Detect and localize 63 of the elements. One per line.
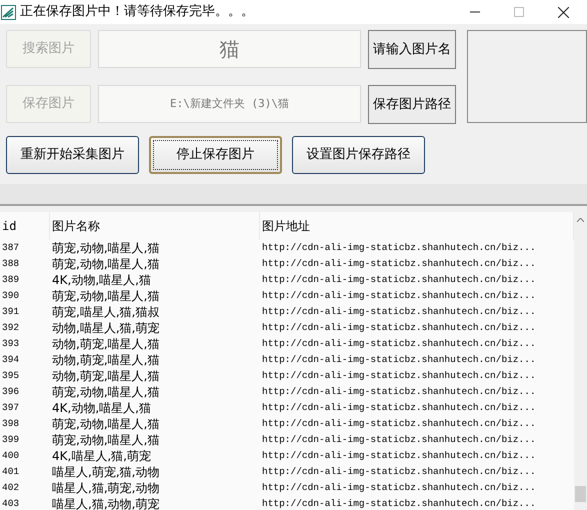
column-header[interactable]: id bbox=[0, 212, 50, 240]
table-cell-text: 萌宠,动物,喵星人,猫 bbox=[51, 384, 160, 401]
table-cell-text: http://cdn-ali-img-staticbz.shanhutech.cn/biz... bbox=[261, 256, 537, 271]
table-cell-text: 398 bbox=[1, 416, 20, 431]
table-cell-text: 393 bbox=[1, 336, 20, 351]
set-save-path-button[interactable]: 设置图片保存路径 bbox=[292, 136, 425, 174]
table-cell-text: 387 bbox=[1, 240, 20, 255]
table-cell-text: 392 bbox=[1, 320, 20, 335]
table-cell-text: http://cdn-ali-img-staticbz.shanhutech.cn/biz... bbox=[261, 240, 537, 255]
table-cell-text: 动物,萌宠,喵星人,猫 bbox=[51, 352, 160, 369]
table-cell-text: 萌宠,动物,喵星人,猫 bbox=[51, 432, 160, 449]
scroll-up-icon[interactable] bbox=[577, 218, 584, 222]
table-cell-text: http://cdn-ali-img-staticbz.shanhutech.cn/biz... bbox=[261, 336, 537, 351]
table-cell-text: 萌宠,动物,喵星人,猫 bbox=[51, 256, 160, 273]
table-cell-text: 389 bbox=[1, 272, 20, 287]
table-cell-text: 390 bbox=[1, 288, 20, 303]
table-cell-text: http://cdn-ali-img-staticbz.shanhutech.cn/biz... bbox=[261, 464, 537, 479]
table-cell-text: 萌宠,喵星人,猫,猫叔 bbox=[51, 304, 160, 321]
table-cell-text: http://cdn-ali-img-staticbz.shanhutech.cn/biz... bbox=[261, 432, 537, 447]
table-cell-text: 4K,动物,喵星人,猫 bbox=[51, 400, 152, 417]
table-cell-text: http://cdn-ali-img-staticbz.shanhutech.cn/biz... bbox=[261, 384, 537, 399]
table-cell-text: 4K,动物,喵星人,猫 bbox=[51, 272, 152, 289]
name-prompt-button[interactable]: 请输入图片名 bbox=[368, 30, 456, 69]
table-cell-text: http://cdn-ali-img-staticbz.shanhutech.cn/biz... bbox=[261, 352, 537, 367]
table-cell-text: http://cdn-ali-img-staticbz.shanhutech.cn/biz... bbox=[261, 272, 537, 287]
restart-collect-button[interactable]: 重新开始采集图片 bbox=[6, 136, 139, 174]
table-cell-text: 喵星人,萌宠,猫,动物 bbox=[51, 464, 160, 481]
table-cell-text: 动物,萌宠,喵星人,猫 bbox=[51, 368, 160, 385]
table-cell-text: 403 bbox=[1, 496, 20, 510]
table-cell-text: 395 bbox=[1, 368, 20, 383]
table-cell-text: 萌宠,动物,喵星人,猫 bbox=[51, 240, 160, 257]
table-cell-text: 396 bbox=[1, 384, 20, 399]
table-cell-text: 喵星人,猫,萌宠,动物 bbox=[51, 480, 160, 497]
stop-save-button[interactable]: 停止保存图片 bbox=[149, 136, 282, 174]
table-cell-text: http://cdn-ali-img-staticbz.shanhutech.cn/biz... bbox=[261, 368, 537, 383]
table-cell-text: 4K,喵星人,猫,萌宠 bbox=[51, 448, 152, 465]
table-cell-text: 394 bbox=[1, 352, 20, 367]
save-path-button[interactable]: 保存图片路径 bbox=[368, 85, 456, 124]
table-cell-text: 388 bbox=[1, 256, 20, 271]
scrollbar[interactable] bbox=[574, 212, 587, 510]
table-cell-text: 397 bbox=[1, 400, 20, 415]
table-cell-text: 动物,萌宠,喵星人,猫 bbox=[51, 336, 160, 353]
column-header[interactable]: 图片名称 bbox=[50, 212, 260, 240]
table-cell-text: http://cdn-ali-img-staticbz.shanhutech.cn/biz... bbox=[261, 304, 537, 319]
table-cell-text: http://cdn-ali-img-staticbz.shanhutech.cn/biz... bbox=[261, 480, 537, 495]
table-cell-text: 399 bbox=[1, 432, 20, 447]
table-cell-text: http://cdn-ali-img-staticbz.shanhutech.cn/biz... bbox=[261, 416, 537, 431]
table-cell-text: 萌宠,动物,喵星人,猫 bbox=[51, 288, 160, 305]
table-cell-text: http://cdn-ali-img-staticbz.shanhutech.cn/biz... bbox=[261, 320, 537, 335]
table-cell-text: 401 bbox=[1, 464, 20, 479]
table-cell-text: 391 bbox=[1, 304, 20, 319]
table-cell-text: http://cdn-ali-img-staticbz.shanhutech.cn/biz... bbox=[261, 496, 537, 510]
table-cell-text: http://cdn-ali-img-staticbz.shanhutech.cn/biz... bbox=[261, 448, 537, 463]
close-icon[interactable] bbox=[558, 6, 569, 18]
scroll-thumb[interactable] bbox=[575, 486, 586, 502]
table-cell-text: http://cdn-ali-img-staticbz.shanhutech.cn/biz... bbox=[261, 400, 537, 415]
table-cell-text: 400 bbox=[1, 448, 20, 463]
table-cell-text: 喵星人,猫,动物,萌宠 bbox=[51, 496, 160, 510]
table-cell-text: 萌宠,动物,喵星人,猫 bbox=[51, 416, 160, 433]
table-cell-text: 402 bbox=[1, 480, 20, 495]
window-title: 正在保存图片中！请等待保存完毕。。。 bbox=[20, 3, 254, 22]
table-cell-text: http://cdn-ali-img-staticbz.shanhutech.cn/biz... bbox=[261, 288, 537, 303]
table-cell-text: 动物,喵星人,猫,萌宠 bbox=[51, 320, 160, 337]
